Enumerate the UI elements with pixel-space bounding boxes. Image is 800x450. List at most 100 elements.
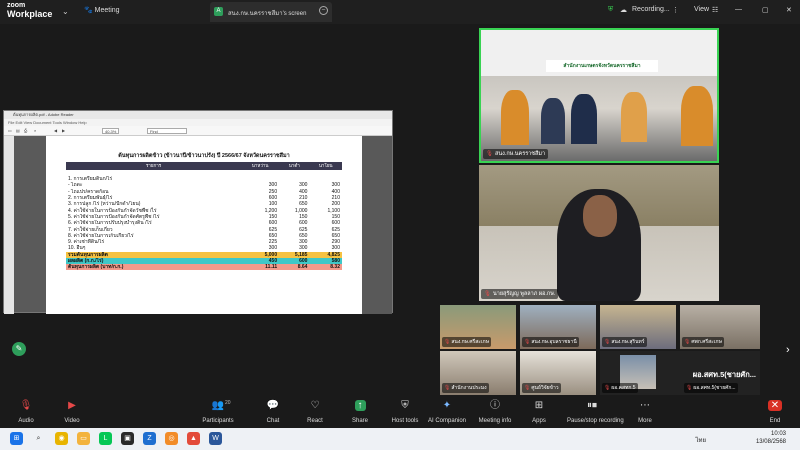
mic-muted-icon: 🎙 [686, 385, 693, 391]
table-title: ต้นทุนการผลิตข้าว (ข้าวนาปี/ข้าวนาปรัง) … [118, 153, 290, 159]
document-window-title: ต้นทุนการผลิต.pdf - Adobe Reader [4, 111, 392, 119]
apps-button[interactable]: ⊞ Apps [514, 400, 564, 425]
more-label: More [638, 418, 652, 424]
mic-muted-icon: 🎙 [484, 291, 491, 297]
start-icon[interactable]: ⊞ [10, 432, 23, 445]
close-icon[interactable]: – [319, 6, 328, 15]
more-button[interactable]: ⋯ More [620, 400, 670, 425]
gallery-strip: 🎙สนง.กษ.ศรีสะเกษ 🎙สนง.กษ.อุบลราชธานี 🎙สน… [440, 305, 760, 395]
gallery-tile[interactable]: 🎙สำนักงานประมง [440, 351, 516, 395]
clock[interactable]: 10:03 13/08/2568 [756, 430, 786, 446]
gallery-tile[interactable]: 🎙สนง.กษ.ศรีสะเกษ [440, 305, 516, 349]
end-icon: ✕ [750, 400, 800, 412]
print-icon: ⎙ [24, 128, 28, 133]
video-button[interactable]: ▶ Video [47, 400, 97, 425]
tab-shared-screen[interactable]: A สนง.กษ.นครราชสีมา's screen – [210, 2, 332, 22]
gallery-tile-name: ผอ.คสทก.5 [611, 385, 636, 391]
participant-figure [501, 90, 529, 145]
mic-muted-icon: 🎙 [444, 385, 451, 391]
app-icon[interactable]: ◎ [165, 432, 178, 445]
file-explorer-icon[interactable]: ▭ [77, 432, 90, 445]
gallery-tile[interactable]: ผอ.สศท.5(ชายศัก... 🎙ผอ.คสทก.5 🎙ผอ.สศท.5(… [600, 351, 760, 395]
line-icon[interactable]: L [99, 432, 112, 445]
recording-menu-icon[interactable]: ⋮ [672, 6, 679, 14]
meeting-info-button[interactable]: ⓘ Meeting info [470, 400, 520, 425]
gallery-tile[interactable]: 🎙สนง.กษ.สุรินทร์ [600, 305, 676, 349]
search-icon[interactable]: ⌕ [32, 432, 45, 445]
share-button[interactable]: ↑ Share [335, 400, 385, 425]
cost-table: ต้นทุนการผลิตข้าว (ข้าวนาปี/ข้าวนาปรัง) … [66, 150, 342, 271]
meeting-info-label: Meeting info [478, 418, 512, 424]
search-icon: ⌕ [34, 128, 37, 133]
gallery-tile[interactable]: 🎙ศพก.ศรีสะเกษ [680, 305, 760, 349]
mic-muted-icon: 🎙 [524, 385, 531, 391]
document-navigation-pane [4, 136, 14, 314]
room-banner: สำนักงานเกษตรจังหวัดนครราชสีมา [546, 60, 658, 72]
participant-name-label: 🎙 สนง.กษ.นครราชสีมา [483, 149, 549, 159]
react-button[interactable]: ♡ React [290, 400, 340, 425]
mic-muted-icon: 🎙 [684, 339, 691, 345]
recording-status[interactable]: Recording... [632, 6, 670, 13]
zoom-level: 40.3% [102, 128, 120, 134]
ai-companion-label: AI Companion [427, 418, 467, 424]
table-header-cell: รายการ [66, 162, 242, 170]
meeting-icon: 🐾 [84, 7, 93, 14]
chevron-down-icon[interactable]: ⌄ [62, 7, 69, 16]
more-icon: ⋯ [640, 400, 650, 411]
table-cell: ต้นทุนการผลิต (บาท/ก.ก.) [66, 264, 242, 271]
screen-share-icon: A [214, 7, 223, 16]
table-cell: 8.64 [279, 264, 310, 271]
tab-shared-screen-label: สนง.กษ.นครราชสีมา's screen [228, 11, 307, 17]
pause-stop-label: Pause/stop recording [567, 418, 624, 424]
mic-muted-icon: 🎙 [486, 151, 493, 157]
view-button[interactable]: View [694, 6, 709, 13]
save-icon: ▤ [16, 128, 20, 133]
close-window-icon[interactable]: ✕ [786, 6, 792, 14]
video-off-icon: ▶ [68, 400, 76, 411]
mic-muted-icon: 🎙 [604, 339, 611, 345]
sparkle-icon: ✦ [442, 400, 452, 411]
cloud-icon: ☁ [620, 7, 627, 14]
video-tile-room[interactable]: สำนักงานเกษตรจังหวัดนครราชสีมา 🎙 สนง.กษ.น… [479, 28, 719, 163]
participants-button[interactable]: 👥 20 Participants [193, 400, 243, 425]
participants-count: 20 [225, 400, 231, 406]
minimize-icon[interactable]: — [735, 6, 742, 13]
audio-label: Audio [18, 418, 34, 424]
next-page-icon: ▶ [62, 128, 66, 133]
maximize-icon[interactable]: ▢ [762, 6, 769, 14]
gallery-tile-name: ศพก.ศรีสะเกษ [691, 339, 722, 345]
video-tile-speaker[interactable]: 🎙 นายสุรัญญ พูลลาภ ผอ.กษ. [479, 165, 719, 301]
gallery-tile-name: ผอ.สศท.5(ชายศัก... [693, 385, 736, 391]
word-icon[interactable]: W [209, 432, 222, 445]
pause-stop-recording-button[interactable]: ⏸⏹ Pause/stop recording [567, 400, 624, 425]
input-language[interactable]: ไทย [696, 435, 707, 445]
speaker-face [583, 195, 617, 237]
table-title-row: ต้นทุนการผลิตข้าว (ข้าวนาปี/ข้าวนาปรัง) … [66, 150, 342, 162]
annotate-pencil-icon[interactable]: ✎ [12, 342, 26, 356]
participant-figure [621, 92, 647, 142]
zoom-app-icon[interactable]: Z [143, 432, 156, 445]
mic-muted-icon: 🎙 [604, 385, 611, 391]
gallery-tile[interactable]: 🎙ศูนย์วิจัยข้าว [520, 351, 596, 395]
os-taskbar: ⊞ ⌕ ◉ ▭ L ▣ Z ◎ ▲ W ไทย 10:03 13/08/2568 [0, 428, 800, 450]
tab-meeting[interactable]: 🐾 Meeting [84, 6, 120, 14]
security-shield-icon[interactable]: ⛨ [608, 6, 613, 14]
participant-name-label: 🎙 นายสุรัญญ พูลลาภ ผอ.กษ. [481, 289, 559, 299]
table-header-row: รายการ นาหว่าน นาดำ นาโยน [66, 162, 342, 170]
share-screen-icon: ↑ [335, 400, 385, 412]
shared-document-window: ต้นทุนการผลิต.pdf - Adobe Reader File Ed… [3, 110, 393, 314]
ai-companion-button[interactable]: ✦ AI Companion [422, 400, 472, 425]
gallery-tile[interactable]: 🎙สนง.กษ.อุบลราชธานี [520, 305, 596, 349]
app-icon[interactable]: ▲ [187, 432, 200, 445]
table-header-cell: นาโยน [309, 162, 342, 170]
gallery-next-icon[interactable]: › [786, 344, 790, 356]
chrome-icon[interactable]: ◉ [55, 432, 68, 445]
task-view-icon[interactable]: ▣ [121, 432, 134, 445]
find-field: Find [147, 128, 187, 134]
title-bar: zoom Workplace ⌄ 🐾 Meeting A สนง.กษ.นครร… [0, 0, 800, 24]
gallery-tile-name: สนง.กษ.สุรินทร์ [611, 339, 645, 345]
participant-figure [681, 86, 713, 146]
gallery-tile-name: สนง.กษ.ศรีสะเกษ [451, 339, 490, 345]
end-button[interactable]: ✕ End [750, 400, 800, 425]
audio-button[interactable]: 🎙 Audio [1, 400, 51, 425]
